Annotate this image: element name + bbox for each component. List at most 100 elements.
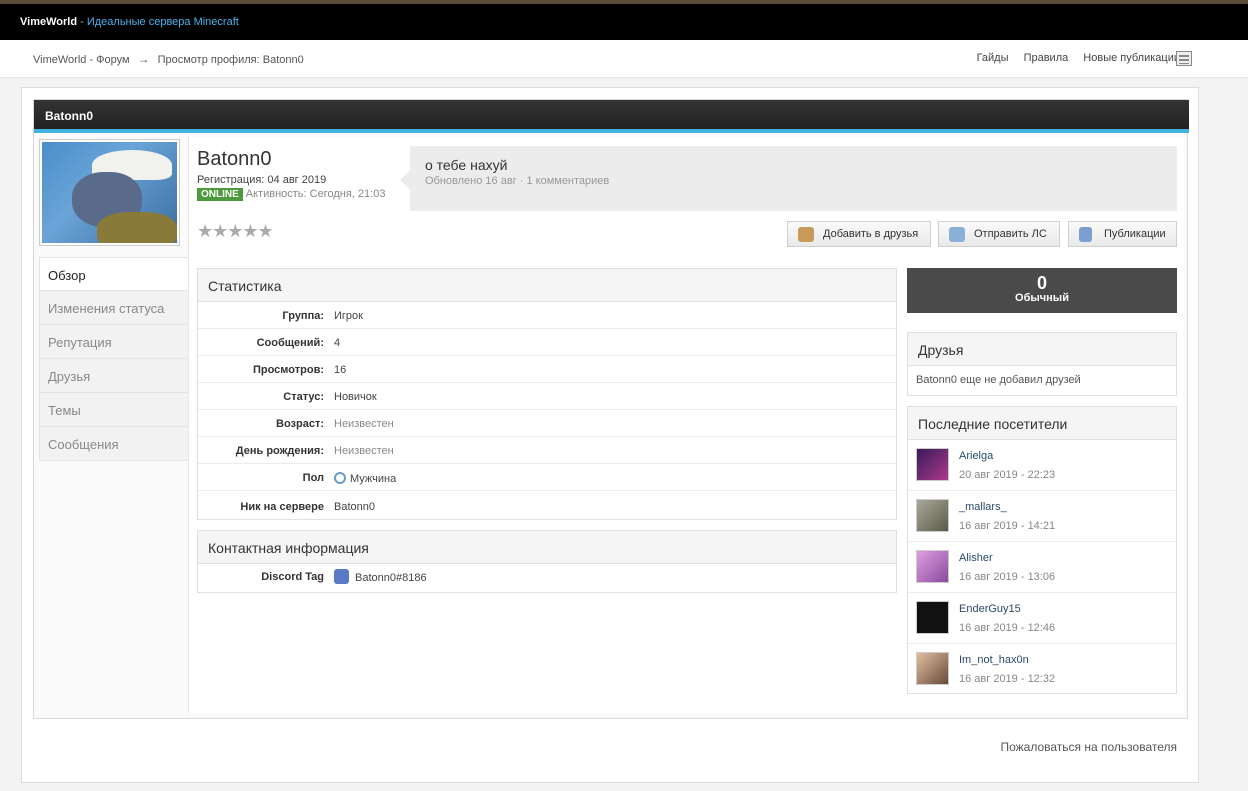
stat-label: Пол <box>302 472 324 484</box>
registration-date: Регистрация: 04 авг 2019 <box>197 174 327 186</box>
posts-label: Публикации <box>1104 228 1166 240</box>
visitor-avatar[interactable] <box>916 448 949 481</box>
nav-link-new-posts[interactable]: Новые публикации <box>1083 52 1180 64</box>
visitor-time: 20 авг 2019 - 22:23 <box>959 469 1056 481</box>
brand-separator: - <box>77 16 87 28</box>
tab-topics[interactable]: Темы <box>39 393 189 427</box>
menu-line <box>1179 55 1189 57</box>
visitor-name[interactable]: Arielga <box>959 450 993 462</box>
stat-label: Ник на сервере <box>240 501 324 513</box>
stat-row-group: Группа: Игрок <box>198 302 896 329</box>
stat-row-gender: Пол Мужчина <box>198 464 896 491</box>
nav-link-rules[interactable]: Правила <box>1024 52 1069 64</box>
online-badge: ONLINE <box>197 188 243 201</box>
add-friend-icon <box>798 227 814 242</box>
visitor-item: _mallars_ 16 авг 2019 - 14:21 <box>908 491 1176 542</box>
friends-box: Друзья Batonn0 еще не добавил друзей <box>907 332 1177 396</box>
visitor-name[interactable]: Im_not_hax0n <box>959 654 1029 666</box>
profile-card-header: Batonn0 <box>34 100 1189 133</box>
friends-empty-text: Batonn0 еще не добавил друзей <box>916 374 1081 386</box>
stat-label: Статус: <box>283 391 324 403</box>
stat-value: Неизвестен <box>334 445 394 457</box>
site-tagline[interactable]: Идеальные сервера Minecraft <box>87 16 239 28</box>
visitor-name[interactable]: _mallars_ <box>959 501 1007 513</box>
online-status: ONLINE Активность: Сегодня, 21:03 <box>197 188 385 201</box>
stat-value: Игрок <box>334 310 363 322</box>
nav-links: Гайды Правила Новые публикации <box>965 52 1180 64</box>
add-friend-label: Добавить в друзья <box>823 228 919 240</box>
stat-row-status: Статус: Новичок <box>198 383 896 410</box>
visitor-avatar[interactable] <box>916 499 949 532</box>
tab-overview[interactable]: Обзор <box>39 257 189 291</box>
stat-row-age: Возраст: Неизвестен <box>198 410 896 437</box>
stat-value: Мужчина <box>334 472 396 485</box>
stat-label: День рождения: <box>235 445 324 457</box>
stats-box: Статистика Группа: Игрок Сообщений: 4 Прос… <box>197 268 897 520</box>
menu-icon[interactable] <box>1176 51 1192 66</box>
stats-title: Статистика <box>198 269 896 302</box>
contact-value: Batonn0#8186 <box>334 569 427 584</box>
stat-row-posts: Сообщений: 4 <box>198 329 896 356</box>
gender-value: Мужчина <box>350 473 397 485</box>
stat-label: Сообщений: <box>256 337 324 349</box>
visitor-time: 16 авг 2019 - 12:46 <box>959 622 1056 634</box>
contact-box: Контактная информация Discord Tag Batonn… <box>197 530 897 593</box>
nav-link-guides[interactable]: Гайды <box>977 52 1009 64</box>
site-name[interactable]: VimeWorld <box>20 16 77 28</box>
stat-row-birthday: День рождения: Неизвестен <box>198 437 896 464</box>
add-friend-button[interactable]: Добавить в друзья <box>787 221 931 247</box>
breadcrumb: VimeWorld - Форум → Просмотр профиля: Bato… <box>33 52 304 66</box>
send-pm-label: Отправить ЛС <box>974 228 1047 240</box>
visitor-name[interactable]: EnderGuy15 <box>959 603 1021 615</box>
status-text: о тебе нахуй <box>425 157 508 173</box>
rating-stars-icon[interactable]: ★★★★★ <box>197 221 274 242</box>
reputation-value: 0 <box>1036 273 1047 293</box>
visitor-avatar[interactable] <box>916 550 949 583</box>
profile-main: Batonn0 Регистрация: 04 авг 2019 ONLINE А… <box>188 137 1184 713</box>
visitor-item: Arielga 20 авг 2019 - 22:23 <box>908 440 1176 491</box>
avatar[interactable] <box>39 139 180 246</box>
contact-title: Контактная информация <box>198 531 896 564</box>
friends-title: Друзья <box>908 333 1176 366</box>
document-icon <box>1079 227 1092 242</box>
report-user-link[interactable]: Пожаловаться на пользователя <box>1000 740 1177 754</box>
visitor-avatar[interactable] <box>916 652 949 685</box>
stat-value: Новичок <box>334 391 377 403</box>
tab-reputation[interactable]: Репутация <box>39 325 189 359</box>
last-activity: Активность: Сегодня, 21:03 <box>245 188 386 200</box>
reputation-label: Обычный <box>1015 292 1069 304</box>
visitors-title: Последние посетители <box>908 407 1176 440</box>
stat-row-views: Просмотров: 16 <box>198 356 896 383</box>
visitor-name[interactable]: Alisher <box>959 552 993 564</box>
tab-messages[interactable]: Сообщения <box>39 427 189 461</box>
posts-button[interactable]: Публикации <box>1068 221 1177 247</box>
stat-value: Неизвестен <box>334 418 394 430</box>
tab-status-updates[interactable]: Изменения статуса <box>39 291 189 325</box>
profile-container: Batonn0 Обзор Изменения статуса Репутаци… <box>21 87 1199 783</box>
stat-label: Возраст: <box>276 418 324 430</box>
site-brand[interactable]: VimeWorld - Идеальные сервера Minecraft <box>20 16 239 28</box>
profile-name: Batonn0 <box>197 148 272 170</box>
menu-line <box>1179 63 1189 64</box>
send-pm-button[interactable]: Отправить ЛС <box>938 221 1060 247</box>
profile-sidenav: Обзор Изменения статуса Репутация Друзья… <box>39 257 189 461</box>
stat-value: 4 <box>334 337 341 349</box>
menu-line <box>1179 59 1189 61</box>
avatar-image <box>42 142 177 243</box>
contact-label: Discord Tag <box>261 571 324 583</box>
profile-card: Batonn0 Обзор Изменения статуса Репутаци… <box>33 99 1189 719</box>
tab-friends[interactable]: Друзья <box>39 359 189 393</box>
visitor-avatar[interactable] <box>916 601 949 634</box>
visitor-item: Alisher 16 авг 2019 - 13:06 <box>908 542 1176 593</box>
breadcrumb-forum[interactable]: VimeWorld - Форум <box>33 54 130 66</box>
nav-bar: VimeWorld - Форум → Просмотр профиля: Bato… <box>0 40 1248 78</box>
visitor-time: 16 авг 2019 - 14:21 <box>959 520 1056 532</box>
envelope-icon <box>949 227 965 242</box>
discord-icon <box>334 569 349 584</box>
status-bubble: о тебе нахуй Обновлено 16 авг · 1 коммен… <box>400 146 1177 211</box>
breadcrumb-current: Просмотр профиля: Batonn0 <box>157 54 304 66</box>
stat-row-server-nick: Ник на сервере Batonn0 <box>198 491 896 520</box>
visitor-time: 16 авг 2019 - 12:32 <box>959 673 1056 685</box>
stat-label: Группа: <box>282 310 324 322</box>
status-meta[interactable]: Обновлено 16 авг · 1 комментариев <box>425 175 609 187</box>
